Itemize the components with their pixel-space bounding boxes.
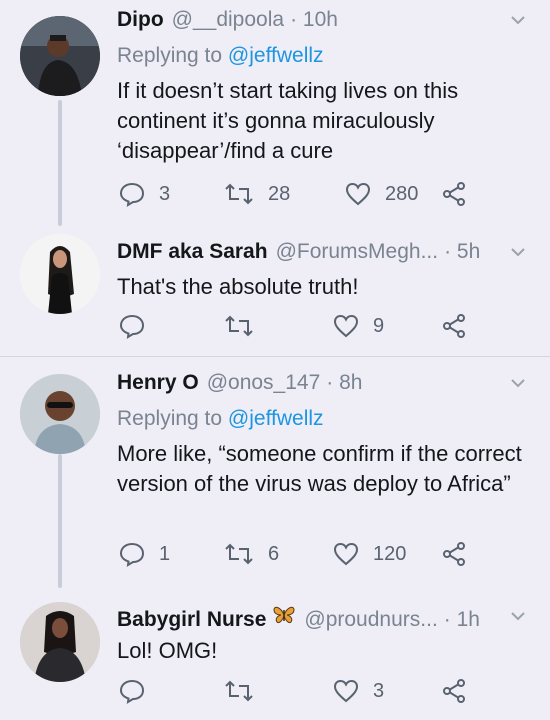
share-button[interactable] bbox=[441, 676, 467, 706]
reply-button[interactable]: 1 bbox=[119, 539, 170, 569]
like-count: 9 bbox=[373, 314, 385, 337]
retweet-button[interactable] bbox=[224, 676, 268, 706]
retweet-icon bbox=[225, 680, 253, 702]
timestamp[interactable]: · 1h bbox=[444, 608, 480, 632]
reply-button[interactable] bbox=[119, 311, 159, 341]
butterfly-emoji-icon bbox=[273, 606, 295, 624]
retweet-count: 28 bbox=[268, 182, 291, 205]
like-button[interactable]: 3 bbox=[333, 676, 384, 706]
share-button[interactable] bbox=[441, 311, 467, 341]
chevron-down-icon[interactable] bbox=[508, 606, 528, 626]
avatar-image bbox=[20, 16, 100, 96]
tweet-text: More like, “someone confirm if the corre… bbox=[117, 441, 522, 496]
reply-button[interactable] bbox=[119, 676, 159, 706]
like-count: 120 bbox=[373, 542, 407, 565]
reply-icon bbox=[119, 542, 145, 567]
like-button[interactable]: 120 bbox=[333, 539, 406, 569]
chevron-down-icon[interactable] bbox=[508, 10, 528, 30]
retweet-icon bbox=[225, 543, 253, 565]
reply-count: 1 bbox=[159, 542, 171, 565]
reply-icon bbox=[119, 679, 145, 704]
reply-icon bbox=[119, 182, 145, 207]
retweet-icon bbox=[225, 315, 253, 337]
tweet-actions: 3 28 280 bbox=[117, 179, 477, 209]
replying-to: Replying to @jeffwellz bbox=[117, 407, 530, 433]
share-icon bbox=[443, 679, 465, 703]
chevron-down-icon[interactable] bbox=[508, 373, 528, 393]
avatar-babygirl-nurse[interactable] bbox=[20, 602, 100, 682]
share-icon bbox=[443, 314, 465, 338]
avatar-image bbox=[20, 602, 100, 682]
retweet-button[interactable]: 28 bbox=[224, 179, 290, 209]
tweet-sarah[interactable]: DMF aka Sarah @ForumsMegh... · 5h That's… bbox=[0, 226, 550, 356]
display-name[interactable]: Dipo bbox=[117, 8, 164, 32]
user-handle[interactable]: @ForumsMegh... bbox=[276, 240, 439, 264]
tweet-text: If it doesn’t start taking lives on this… bbox=[117, 78, 459, 163]
avatar-image bbox=[20, 234, 100, 314]
share-button[interactable] bbox=[441, 179, 467, 209]
retweet-button[interactable] bbox=[224, 311, 268, 341]
replying-to-label: Replying to bbox=[117, 44, 223, 67]
heart-icon bbox=[333, 314, 359, 338]
tweet-actions: 9 bbox=[117, 311, 477, 341]
avatar-sarah[interactable] bbox=[20, 234, 100, 314]
heart-icon bbox=[345, 182, 371, 206]
share-icon bbox=[443, 182, 465, 206]
thread-line bbox=[58, 100, 62, 226]
display-name[interactable]: Babygirl Nurse bbox=[117, 608, 266, 632]
display-name[interactable]: Henry O bbox=[117, 371, 199, 395]
replying-to-link[interactable]: @jeffwellz bbox=[228, 407, 324, 430]
timestamp[interactable]: · 10h bbox=[290, 8, 338, 32]
user-handle[interactable]: @__dipoola bbox=[172, 8, 284, 32]
tweet-henry[interactable]: Henry O @onos_147 · 8h Replying to @jeff… bbox=[0, 357, 550, 588]
tweet-actions: 3 bbox=[117, 676, 477, 706]
timestamp[interactable]: · 5h bbox=[444, 240, 480, 264]
thread-line bbox=[58, 454, 62, 588]
replying-to-link[interactable]: @jeffwellz bbox=[228, 44, 324, 67]
replying-to: Replying to @jeffwellz bbox=[117, 44, 530, 70]
like-button[interactable]: 9 bbox=[333, 311, 384, 341]
reply-button[interactable]: 3 bbox=[119, 179, 170, 209]
reply-count: 3 bbox=[159, 182, 171, 205]
display-name[interactable]: DMF aka Sarah bbox=[117, 240, 268, 264]
retweet-count: 6 bbox=[268, 542, 280, 565]
avatar-henry[interactable] bbox=[20, 374, 100, 454]
heart-icon bbox=[333, 679, 359, 703]
user-handle[interactable]: @proudnurs... bbox=[304, 608, 437, 632]
retweet-icon bbox=[225, 183, 253, 205]
tweet-actions: 1 6 120 bbox=[117, 539, 477, 569]
tweet-dipo[interactable]: Dipo @__dipoola · 10h Replying to @jeffw… bbox=[0, 0, 550, 226]
like-count: 3 bbox=[373, 679, 385, 702]
tweet-babygirl-nurse[interactable]: Babygirl Nurse @proudnurs... · 1h Lol! O… bbox=[0, 588, 550, 720]
user-handle[interactable]: @onos_147 bbox=[207, 371, 321, 395]
chevron-down-icon[interactable] bbox=[508, 242, 528, 262]
avatar-dipo[interactable] bbox=[20, 16, 100, 96]
like-button[interactable]: 280 bbox=[345, 179, 418, 209]
replying-to-label: Replying to bbox=[117, 407, 223, 430]
retweet-button[interactable]: 6 bbox=[224, 539, 279, 569]
tweet-text: Lol! OMG! bbox=[117, 638, 218, 663]
tweet-text: That's the absolute truth! bbox=[117, 274, 359, 299]
reply-icon bbox=[119, 314, 145, 339]
heart-icon bbox=[333, 542, 359, 566]
share-icon bbox=[443, 542, 465, 566]
timestamp[interactable]: · 8h bbox=[326, 371, 362, 395]
avatar-image bbox=[20, 374, 100, 454]
like-count: 280 bbox=[385, 182, 419, 205]
share-button[interactable] bbox=[441, 539, 467, 569]
